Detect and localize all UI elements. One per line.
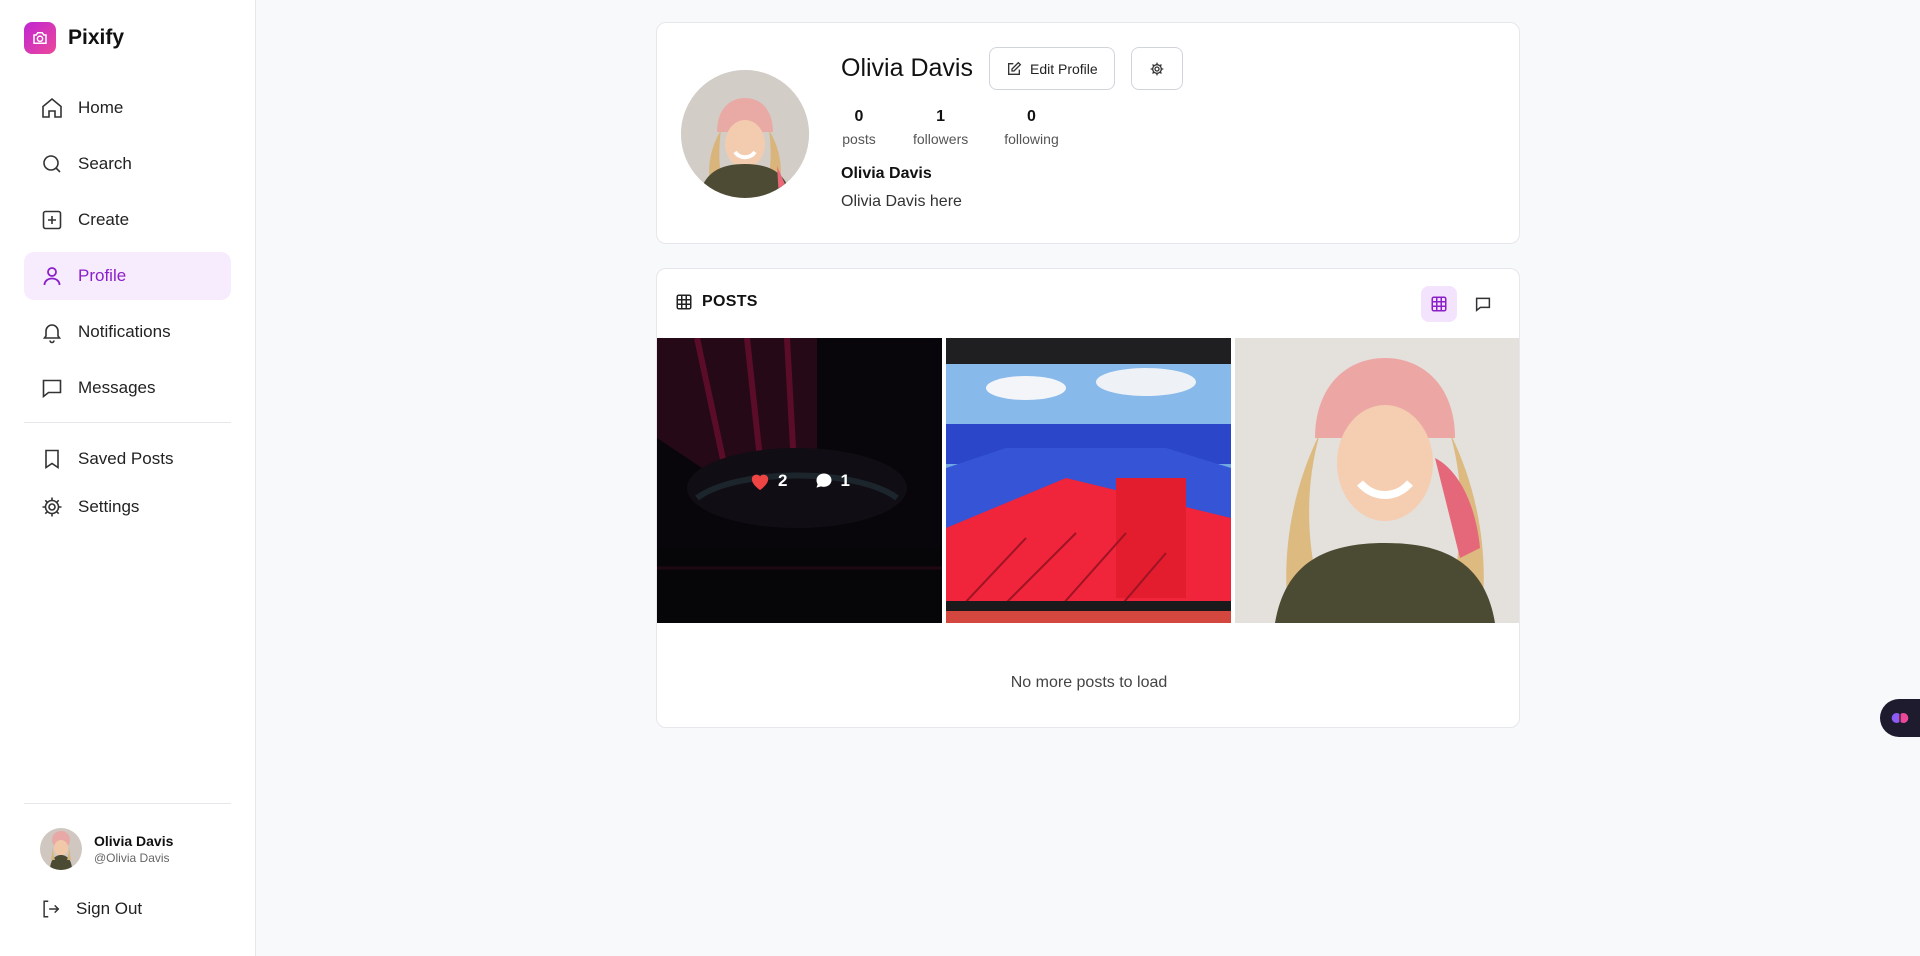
- posts-header: POSTS: [675, 293, 758, 311]
- bell-icon: [42, 324, 62, 344]
- comments-view-button[interactable]: [1465, 286, 1501, 322]
- nav-item-messages[interactable]: Messages: [24, 364, 231, 412]
- nav-label: Notifications: [78, 322, 171, 341]
- nav-label: Home: [78, 98, 124, 117]
- nav-label: Profile: [78, 266, 127, 285]
- search-icon: [43, 155, 61, 173]
- log-out-icon: [43, 900, 60, 918]
- user-icon: [43, 267, 61, 286]
- stat-value: 1: [936, 108, 946, 125]
- profile-info: Olivia Davis Edit Profile 0 posts 1 foll…: [841, 47, 1183, 211]
- nav-item-profile[interactable]: Profile: [24, 252, 231, 300]
- edit-profile-label: Edit Profile: [1029, 60, 1098, 77]
- camera-icon: [24, 22, 56, 54]
- current-user-card[interactable]: Olivia Davis @Olivia Davis: [24, 804, 231, 870]
- avatar: [40, 828, 82, 870]
- post-stats-overlay: 2 1: [657, 338, 942, 623]
- brand[interactable]: Pixify: [24, 22, 124, 54]
- main-nav: Home Search Create Profile Notifications…: [24, 84, 231, 535]
- view-toggle: [1421, 286, 1501, 322]
- stat-value: 0: [1027, 108, 1036, 125]
- post-tile[interactable]: 2 1: [657, 338, 942, 623]
- message-square-icon: [42, 379, 62, 399]
- posts-grid: 2 1: [657, 338, 1519, 623]
- heart-icon: [751, 474, 769, 490]
- stat-label: following: [1004, 131, 1059, 147]
- nav-label: Saved Posts: [78, 449, 174, 468]
- nav-label: Create: [78, 210, 130, 229]
- stat-following[interactable]: 0 following: [1004, 108, 1058, 147]
- nav-label: Messages: [78, 378, 156, 397]
- bookmark-icon: [45, 449, 59, 469]
- current-user-name: Olivia Davis: [94, 833, 174, 849]
- stat-followers[interactable]: 1 followers: [913, 108, 968, 147]
- grid-icon: [1431, 296, 1447, 312]
- comment-icon: [816, 473, 831, 488]
- gear-icon: [1150, 62, 1164, 75]
- profile-card: Olivia Davis Edit Profile 0 posts 1 foll…: [656, 22, 1520, 244]
- gear-icon: [42, 497, 62, 517]
- sidebar: Pixify Home Search Create Profile Notifi…: [0, 0, 256, 956]
- post-tile[interactable]: [946, 338, 1231, 623]
- post-tile[interactable]: [1235, 338, 1519, 623]
- profile-settings-button[interactable]: [1130, 47, 1183, 90]
- brand-name: Pixify: [68, 26, 125, 49]
- grid-icon: [676, 294, 692, 310]
- nav-item-create[interactable]: Create: [24, 196, 231, 244]
- nav-item-notifications[interactable]: Notifications: [24, 308, 231, 356]
- stat-posts[interactable]: 0 posts: [841, 108, 877, 147]
- sidebar-footer: Olivia Davis @Olivia Davis Sign Out: [24, 803, 231, 920]
- brain-icon: [1891, 713, 1909, 723]
- plus-square-icon: [42, 210, 62, 230]
- end-of-posts-message: No more posts to load: [1010, 674, 1168, 691]
- post-image: [946, 338, 1231, 623]
- stat-value: 0: [854, 108, 864, 125]
- nav-item-saved-posts[interactable]: Saved Posts: [24, 439, 231, 479]
- posts-title: POSTS: [702, 293, 758, 310]
- profile-bio: Olivia Davis here: [841, 193, 962, 210]
- post-comment-count: 1: [840, 470, 850, 490]
- profile-avatar[interactable]: [681, 70, 809, 198]
- nav-divider: [24, 422, 231, 423]
- post-like-count: 2: [778, 470, 788, 490]
- nav-label: Settings: [78, 497, 140, 516]
- edit-icon: [1007, 61, 1022, 75]
- profile-name: Olivia Davis: [841, 54, 973, 82]
- posts-card: POSTS 2 1 No more posts to load: [656, 268, 1520, 728]
- message-square-icon: [1475, 297, 1491, 312]
- current-user-handle: @Olivia Davis: [94, 851, 170, 865]
- profile-stats: 0 posts 1 followers 0 following: [841, 108, 1183, 147]
- post-image: [1235, 338, 1519, 623]
- grid-view-button[interactable]: [1421, 286, 1457, 322]
- nav-label: Search: [78, 154, 132, 173]
- edit-profile-button[interactable]: Edit Profile: [988, 47, 1115, 90]
- nav-item-home[interactable]: Home: [24, 84, 231, 132]
- floating-assistant-button[interactable]: [1880, 699, 1920, 737]
- sign-out-label: Sign Out: [76, 899, 143, 918]
- stat-label: followers: [913, 131, 969, 147]
- profile-display-name: Olivia Davis: [841, 165, 932, 182]
- stat-label: posts: [842, 131, 876, 147]
- home-icon: [42, 97, 62, 118]
- sign-out-button[interactable]: Sign Out: [24, 870, 231, 920]
- nav-item-settings[interactable]: Settings: [24, 487, 231, 527]
- nav-item-search[interactable]: Search: [24, 140, 231, 188]
